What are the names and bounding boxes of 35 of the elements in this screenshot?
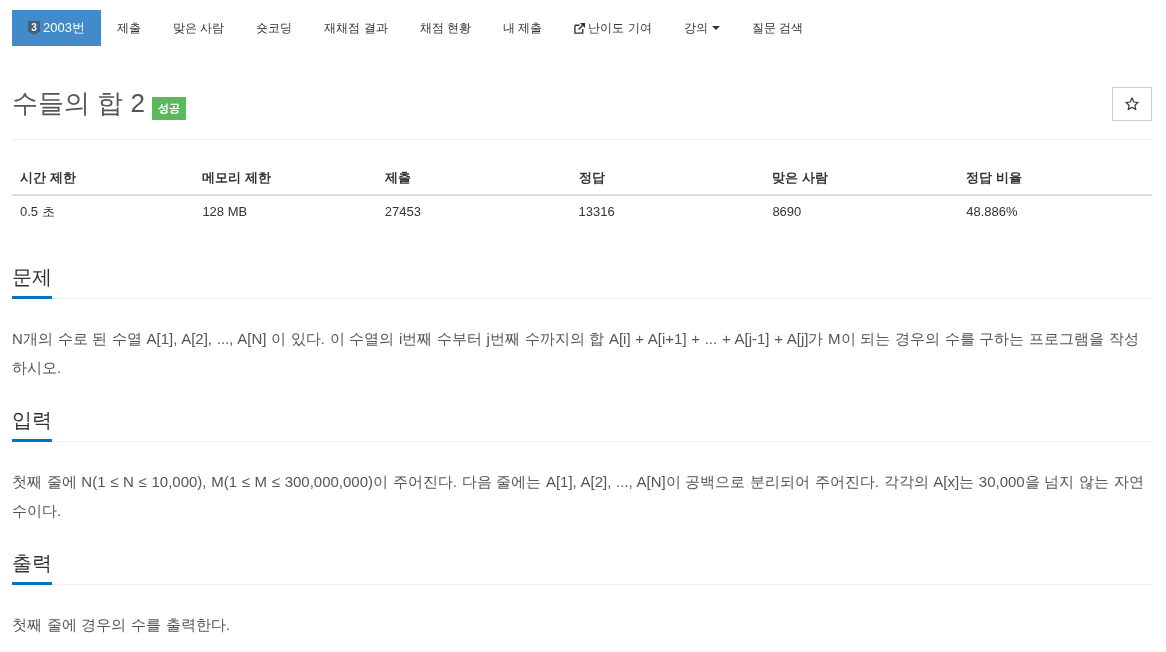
tier-badge: 3 [28,21,40,35]
table-cell: 13316 [570,195,765,227]
nav-tab[interactable]: 제출 [100,10,157,46]
table-cell: 0.5 초 [12,195,195,227]
caret-icon [711,26,720,30]
nav-tab[interactable]: 내 제출 [486,10,559,46]
table-cell: 128 MB [194,195,377,227]
star-icon [1125,97,1139,111]
section-heading: 출력 [12,548,52,585]
table-cell: 27453 [376,195,571,227]
table-cell: 48.886% [958,195,1152,227]
favorite-button[interactable] [1112,87,1152,121]
column-header: 정답 [570,158,765,195]
problem-title: 수들의 합 2 [12,87,145,120]
nav-tab[interactable]: 재채점 결과 [308,10,404,46]
table-cell: 8690 [764,195,959,227]
nav-tab[interactable]: 숏코딩 [240,10,309,46]
column-header: 맞은 사람 [764,158,959,195]
nav-tab[interactable]: 맞은 사람 [156,10,241,46]
nav-tab[interactable]: 강의 [667,10,736,46]
column-header: 메모리 제한 [194,158,377,195]
column-header: 시간 제한 [12,158,195,195]
nav-tab[interactable]: 질문 검색 [735,10,819,46]
column-header: 정답 비율 [958,158,1152,195]
section-text: N개의 수로 된 수열 A[1], A[2], ..., A[N] 이 있다. 이 수열의 i번째 수부터 j번째 수까지의 합 A[i] + A[i+1] + ... + A[j-1] + A[j]가 M이 되는 경우의 수를 구하는 프로그램을 작성하시오. [12,329,1140,378]
external-link-icon [574,22,586,34]
section-heading: 입력 [12,405,52,442]
nav-tab[interactable]: 3 2003번 [12,10,101,46]
nav-tab[interactable]: 난이도 기여 [558,10,668,46]
section-text: 첫째 줄에 N(1 ≤ N ≤ 10,000), M(1 ≤ M ≤ 300,000,000)이 주어진다. 다음 줄에는 A[1], A[2], ..., A[N]이 공백으로 분리되어 주어진다. 각각의 A[x]는 30,000을 넘지 않는 자연수이다. [12,472,1145,521]
nav-tab[interactable]: 채점 현황 [403,10,487,46]
column-header: 제출 [376,158,571,195]
section-heading: 문제 [12,262,52,299]
status-label: 성공 [151,96,186,120]
section-text: 첫째 줄에 경우의 수를 출력한다. [12,615,231,635]
